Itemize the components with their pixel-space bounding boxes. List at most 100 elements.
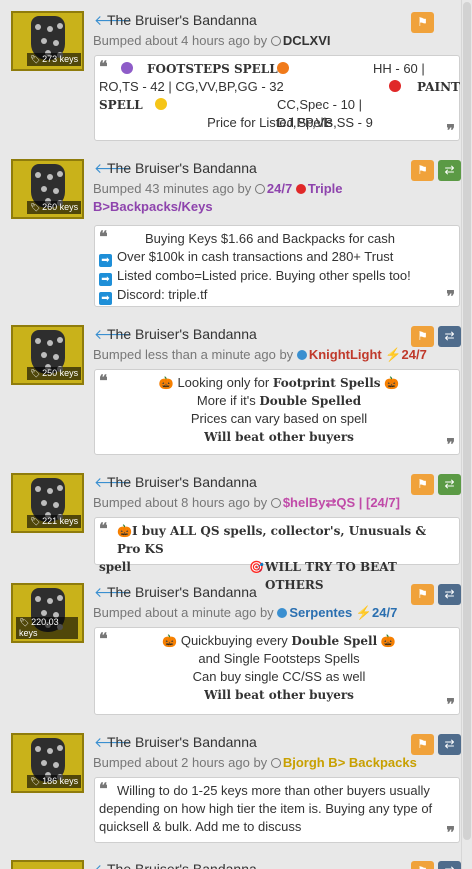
arrow-right-icon: ➡ (99, 292, 112, 305)
quote-close-icon: ❞ (446, 823, 455, 842)
listing-title[interactable]: The Bruiser's Bandanna (107, 325, 257, 343)
flag-icon: ⚑ (417, 477, 428, 491)
listing-title[interactable]: The Bruiser's Bandanna (107, 473, 257, 491)
report-button[interactable]: ⚑ (411, 584, 434, 605)
tag-icon: 🏷 (30, 777, 41, 786)
trade-button[interactable]: ⇄ (438, 861, 461, 869)
status-icon (270, 36, 281, 46)
listing-title[interactable]: The Bruiser's Bandanna (107, 733, 257, 751)
swap-icon: ⇄ (444, 737, 455, 751)
status-icon (254, 184, 265, 194)
quote-icon: ❝ (99, 519, 108, 538)
user-link[interactable]: Serpentes (289, 605, 352, 620)
status-icon (270, 498, 281, 508)
target-icon: 🎯 (249, 560, 264, 574)
item-thumbnail[interactable] (11, 860, 84, 869)
item-thumbnail[interactable]: 🏷 260 keys (11, 159, 84, 219)
listing: 🏷 220.03 keys 🡐 The Bruiser's Bandanna ⚑ … (0, 583, 462, 721)
flag-icon: ⚑ (417, 587, 428, 601)
bump-info: Bumped about 8 hours ago by $helBy⇄QS | … (93, 495, 400, 510)
flag-icon: ⚑ (417, 163, 428, 177)
quote-icon: ❝ (99, 779, 108, 798)
flag-icon: ⚑ (417, 15, 428, 29)
trade-button[interactable]: ⇄ (438, 734, 461, 755)
item-thumbnail[interactable]: 🏷 221 keys (11, 473, 84, 533)
report-button[interactable]: ⚑ (411, 734, 434, 755)
listing: 🏷 186 keys 🡐 The Bruiser's Bandanna ⚑ ⇄ B… (0, 733, 462, 843)
swap-icon: ⇄ (444, 329, 455, 343)
red-circle-icon (295, 184, 306, 194)
price-badge: 🏷 186 keys (27, 775, 82, 788)
bump-info: Bumped about 2 hours ago by Bjorgh B> Ba… (93, 755, 417, 770)
user-link[interactable]: KnightLight (309, 347, 382, 362)
blue-circle-icon (277, 608, 288, 618)
trade-button[interactable]: ⇄ (438, 160, 461, 181)
red-circle-icon (389, 80, 401, 92)
tag-icon: 🏷 (30, 369, 41, 378)
listing-title[interactable]: The Bruiser's Bandanna (107, 159, 257, 177)
scrollbar-thumb[interactable] (463, 2, 471, 840)
swap-icon: ⇄ (444, 163, 455, 177)
status-icon (270, 758, 281, 768)
trade-button[interactable]: ⇄ (438, 326, 461, 347)
lightning-icon: ⚡ (355, 605, 372, 620)
tag-icon: 🏷 (30, 203, 41, 212)
arrow-right-icon: ➡ (99, 273, 112, 286)
item-thumbnail[interactable]: 🏷 186 keys (11, 733, 84, 793)
report-button[interactable]: ⚑ (411, 12, 434, 33)
quote-icon: ❝ (99, 629, 108, 648)
flag-icon: ⚑ (417, 737, 428, 751)
quote-icon: ❝ (99, 227, 108, 246)
price-badge: 🏷 260 keys (27, 201, 82, 214)
item-thumbnail[interactable]: 🏷 273 keys (11, 11, 84, 71)
bump-info: Bumped 43 minutes ago by 24/7 Triple B>B… (93, 181, 343, 214)
bump-info: Bumped about 4 hours ago by DCLXVI (93, 33, 331, 48)
quote-close-icon: ❞ (446, 121, 455, 140)
pumpkin-icon: 🎃 (380, 634, 396, 648)
user-link[interactable]: Bjorgh B> Backpacks (283, 755, 417, 770)
swap-icon: ⇄ (444, 477, 455, 491)
listing-title[interactable]: The Bruiser's Bandanna (107, 860, 257, 869)
orange-circle-icon (277, 62, 289, 74)
flag-icon: ⚑ (417, 864, 428, 869)
user-link[interactable]: DCLXVI (283, 33, 331, 48)
swap-icon: ⇄ (444, 864, 454, 869)
price-badge: 🏷 220.03 keys (16, 617, 78, 639)
report-button[interactable]: ⚑ (411, 474, 434, 495)
scrollbar[interactable] (461, 0, 472, 869)
tag-icon: 🏷 (30, 517, 41, 526)
listing: 🏷 221 keys 🡐 The Bruiser's Bandanna ⚑ ⇄ B… (0, 473, 462, 592)
listing-title[interactable]: The Bruiser's Bandanna (107, 583, 257, 601)
listing: 🏷 260 keys 🡐 The Bruiser's Bandanna ⚑ ⇄ B… (0, 159, 462, 309)
user-link[interactable]: $helBy⇄QS (283, 495, 355, 510)
listing-note: ❝ Buying Keys $1.66 and Backpacks for ca… (94, 225, 460, 307)
trade-button[interactable]: ⇄ (438, 584, 461, 605)
quote-close-icon: ❞ (446, 287, 455, 306)
pumpkin-icon: 🎃 (162, 634, 178, 648)
listing-note: ❝ 🎃 Quickbuying every Double Spell 🎃 and… (94, 627, 460, 715)
pumpkin-icon: 🎃 (384, 376, 400, 390)
tag-icon: 🏷 (30, 55, 41, 64)
arrow-right-icon: ➡ (99, 254, 112, 267)
bump-info: Bumped about a minute ago by Serpentes ⚡… (93, 605, 398, 620)
trade-button[interactable]: ⇄ (438, 474, 461, 495)
listing: 🡐 The Bruiser's Bandanna ⚑ ⇄ (0, 860, 462, 869)
blue-circle-icon (296, 350, 307, 360)
listing-note: ❝ 🎃 Looking only for Footprint Spells 🎃 … (94, 369, 460, 455)
report-button[interactable]: ⚑ (411, 160, 434, 181)
report-button[interactable]: ⚑ (411, 326, 434, 347)
listing-title[interactable]: The Bruiser's Bandanna (107, 11, 257, 29)
swap-icon: ⇄ (444, 587, 455, 601)
tag-icon: 🏷 (19, 618, 30, 627)
listing: 🏷 250 keys 🡐 The Bruiser's Bandanna ⚑ ⇄ B… (0, 325, 462, 460)
pumpkin-icon: 🎃 (117, 524, 132, 538)
user-link[interactable]: B>Backpacks/Keys (93, 199, 213, 214)
listing-note: ❝ Willing to do 1-25 keys more than othe… (94, 777, 460, 843)
listing: 🏷 273 keys 🡐 The Bruiser's Bandanna ⚑ Bum… (0, 11, 462, 146)
item-thumbnail[interactable]: 🏷 220.03 keys (11, 583, 84, 643)
price-badge: 🏷 221 keys (27, 515, 82, 528)
item-thumbnail[interactable]: 🏷 250 keys (11, 325, 84, 385)
price-badge: 🏷 250 keys (27, 367, 82, 380)
bump-info: Bumped less than a minute ago by KnightL… (93, 347, 427, 362)
report-button[interactable]: ⚑ (411, 861, 434, 869)
